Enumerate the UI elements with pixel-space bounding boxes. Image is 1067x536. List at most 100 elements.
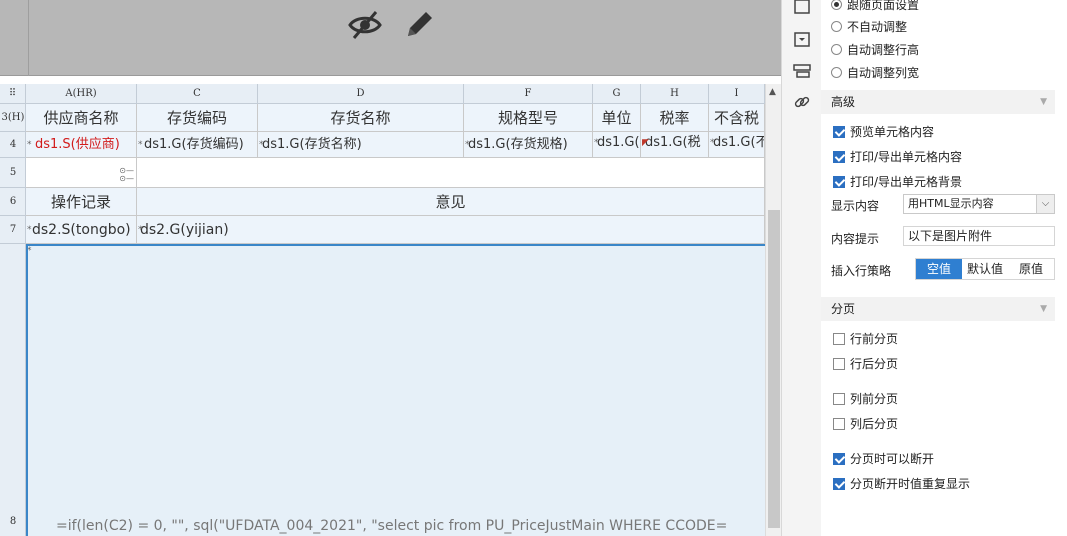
option-default[interactable]: 默认值 [962, 259, 1008, 279]
radio-auto-row-height[interactable]: 自动调整行高 [831, 41, 919, 58]
header-cell[interactable]: 规格型号 [464, 104, 593, 132]
checkbox [833, 332, 845, 345]
cell-text: ds1.G(存货规格) [468, 137, 568, 152]
select-value: 用HTML显示内容 [908, 197, 994, 210]
scroll-up-icon[interactable]: ▲ [769, 87, 776, 97]
option-original[interactable]: 原值 [1008, 259, 1054, 279]
checkbox [833, 392, 845, 405]
check-preview-content[interactable]: 预览单元格内容 [833, 123, 934, 140]
header-cell[interactable]: 存货名称 [258, 104, 464, 132]
content-tip-input[interactable]: 以下是图片附件 [903, 226, 1055, 246]
radio-label: 自动调整列宽 [847, 66, 920, 80]
column-header[interactable]: I [709, 84, 765, 104]
header-cell[interactable]: 不含税 [709, 104, 765, 132]
header-cell[interactable]: 存货编码 [137, 104, 258, 132]
radio-dot [831, 21, 842, 32]
check-print-background[interactable]: 打印/导出单元格背景 [833, 173, 962, 190]
column-header[interactable]: C [137, 84, 258, 104]
data-cell[interactable]: * ds2.G(yijian) [137, 216, 765, 244]
option-null[interactable]: 空值 [916, 259, 962, 279]
section-title: 分页 [831, 302, 856, 316]
empty-cell[interactable] [137, 158, 765, 188]
data-cell[interactable]: ◤ ds1.G(税 [641, 132, 709, 158]
vertical-scrollbar[interactable]: ▲ [765, 84, 781, 536]
data-cell[interactable]: * ds1.G(存货名称) [258, 132, 464, 158]
row-header[interactable]: 3(H) [0, 104, 26, 132]
cell-text: ds1.G(不 [713, 135, 765, 150]
column-header[interactable]: A(HR) [26, 84, 137, 104]
cell-text: ds1.G(存货名称) [262, 137, 362, 152]
dropdown-widget-icon[interactable] [792, 30, 812, 50]
data-cell[interactable]: * ds1.G(存货规格) [464, 132, 593, 158]
radio-dot [831, 44, 842, 55]
check-print-content[interactable]: 打印/导出单元格内容 [833, 148, 962, 165]
row-header[interactable]: 4 [0, 132, 26, 158]
radio-label: 不自动调整 [847, 20, 908, 34]
header-cell[interactable]: 意见 [137, 188, 765, 216]
radio-label: 跟随页面设置 [847, 0, 920, 12]
column-header[interactable]: F [464, 84, 593, 104]
check-allow-break[interactable]: 分页时可以断开 [833, 450, 934, 467]
row-header[interactable]: 5 [0, 158, 26, 188]
side-toolbar [781, 0, 821, 536]
check-page-after-row[interactable]: 行后分页 [833, 355, 898, 372]
advanced-section-header[interactable]: 高级 ▼ [821, 90, 1055, 114]
pencil-icon[interactable] [400, 6, 438, 44]
data-cell[interactable]: * ds2.S(tongbo) [26, 216, 137, 244]
checkbox-label: 行后分页 [850, 357, 899, 371]
scrollbar-thumb[interactable] [768, 210, 780, 528]
radio-follow-page[interactable]: 跟随页面设置 [831, 0, 919, 13]
radio-no-adjust[interactable]: 不自动调整 [831, 18, 907, 35]
collapse-icon: ▼ [1040, 304, 1047, 314]
cell-style-icon[interactable] [792, 0, 812, 20]
checkbox-label: 列前分页 [850, 392, 899, 406]
header-cell[interactable]: 税率 [641, 104, 709, 132]
link-widget-icon: ⊙— ⊙— [119, 166, 134, 183]
row-header[interactable]: 8 [0, 244, 26, 536]
expand-marker: * [465, 140, 470, 150]
eye-off-icon[interactable] [346, 6, 384, 44]
print-icon[interactable] [792, 61, 812, 81]
header-cell[interactable]: 单位 [593, 104, 641, 132]
cell-formula: =if(len(C2) = 0, "", sql("UFDATA_004_202… [56, 518, 728, 534]
radio-dot [831, 67, 842, 78]
checkbox-label: 预览单元格内容 [850, 125, 935, 139]
hyperlink-icon[interactable] [792, 92, 812, 112]
data-cell[interactable]: * ds1.S(供应商) [26, 132, 137, 158]
content-tip-label: 内容提示 [831, 232, 880, 246]
check-page-before-row[interactable]: 行前分页 [833, 330, 898, 347]
selected-formula-cell[interactable]: * =if(len(C2) = 0, "", sql("UFDATA_004_2… [26, 244, 765, 536]
check-repeat-on-break[interactable]: 分页断开时值重复显示 [833, 475, 970, 492]
expand-marker: * [259, 140, 264, 150]
checkbox-label: 列后分页 [850, 417, 899, 431]
row-header[interactable]: 7 [0, 216, 26, 244]
paging-section-header[interactable]: 分页 ▼ [821, 297, 1055, 321]
radio-label: 自动调整行高 [847, 43, 920, 57]
spreadsheet-grid: ⠿ A(HR) C D F G H I 3(H) 4 5 6 7 8 供应商名称… [0, 84, 781, 536]
header-cell[interactable]: 操作记录 [26, 188, 137, 216]
expand-marker: * [27, 140, 32, 150]
column-header[interactable]: D [258, 84, 464, 104]
check-page-after-col[interactable]: 列后分页 [833, 415, 898, 432]
select-all-corner[interactable]: ⠿ [0, 84, 26, 104]
cell-text: ds1.G( [597, 135, 640, 150]
report-designer: ⠿ A(HR) C D F G H I 3(H) 4 5 6 7 8 供应商名称… [0, 0, 1067, 536]
column-header[interactable]: G [593, 84, 641, 104]
checkbox [833, 175, 845, 188]
radio-dot [831, 0, 842, 10]
expand-marker: ◤ [642, 138, 649, 148]
data-cell[interactable]: * ds1.G(不 [709, 132, 765, 158]
check-page-before-col[interactable]: 列前分页 [833, 390, 898, 407]
display-content-label: 显示内容 [831, 199, 880, 213]
data-cell[interactable]: * ds1.G( [593, 132, 641, 158]
cell-text: ds2.G(yijian) [140, 222, 229, 238]
radio-auto-col-width[interactable]: 自动调整列宽 [831, 64, 919, 81]
empty-cell[interactable]: ⊙— ⊙— [26, 158, 137, 188]
row-header[interactable]: 6 [0, 188, 26, 216]
column-header[interactable]: H [641, 84, 709, 104]
header-cell[interactable]: 供应商名称 [26, 104, 137, 132]
insert-strategy-toggle: 空值 默认值 原值 [915, 258, 1055, 280]
checkbox [833, 150, 845, 163]
display-content-select[interactable]: 用HTML显示内容 ⌵ [903, 194, 1055, 214]
data-cell[interactable]: * ds1.G(存货编码) [137, 132, 258, 158]
